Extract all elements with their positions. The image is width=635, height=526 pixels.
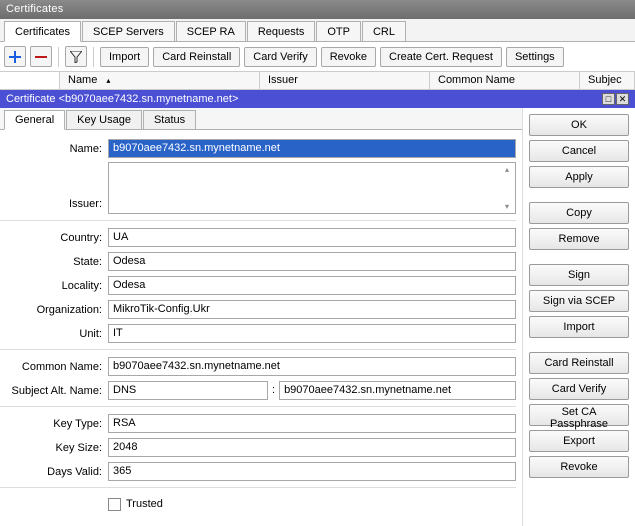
tab-general[interactable]: General [4,110,65,130]
detail-left-pane: General Key Usage Status Name: Issuer: ▴… [0,108,523,526]
label-key-type: Key Type: [0,416,108,430]
apply-button[interactable]: Apply [529,166,629,188]
tab-crl[interactable]: CRL [362,21,406,41]
create-cert-request-button[interactable]: Create Cert. Request [380,47,502,67]
column-name[interactable]: Name ▴ [60,72,260,89]
tab-requests[interactable]: Requests [247,21,315,41]
card-verify-button-side[interactable]: Card Verify [529,378,629,400]
san-type-field[interactable] [108,381,268,400]
sort-asc-icon: ▴ [106,76,110,85]
column-subject[interactable]: Subjec [580,72,635,89]
detail-tabs: General Key Usage Status [0,108,522,130]
tab-certificates[interactable]: Certificates [4,21,81,42]
sign-via-scep-button[interactable]: Sign via SCEP [529,290,629,312]
card-verify-button[interactable]: Card Verify [244,47,316,67]
revoke-button-side[interactable]: Revoke [529,456,629,478]
separator [58,47,59,67]
remove-button[interactable] [30,46,52,67]
import-button-side[interactable]: Import [529,316,629,338]
locality-field[interactable] [108,276,516,295]
unit-field[interactable] [108,324,516,343]
window-controls: □ ✕ [602,93,629,105]
divider [0,406,516,407]
label-common-name: Common Name: [0,359,108,373]
issuer-scroll[interactable]: ▴▾ [500,164,514,212]
label-trusted: Trusted [126,498,163,510]
filter-button[interactable] [65,46,87,67]
card-reinstall-button[interactable]: Card Reinstall [153,47,240,67]
label-unit: Unit: [0,326,108,340]
remove-button-side[interactable]: Remove [529,228,629,250]
action-buttons-pane: OK Cancel Apply Copy Remove Sign Sign vi… [523,108,635,526]
detail-title-text: Certificate <b9070aee7432.sn.mynetname.n… [6,93,238,105]
tab-key-usage[interactable]: Key Usage [66,110,142,129]
organization-field[interactable] [108,300,516,319]
column-issuer[interactable]: Issuer [260,72,430,89]
label-country: Country: [0,230,108,244]
settings-button[interactable]: Settings [506,47,564,67]
plus-icon [9,51,21,63]
name-field[interactable] [108,139,516,158]
window-titlebar: Certificates [0,0,635,19]
label-locality: Locality: [0,278,108,292]
label-san: Subject Alt. Name: [0,383,108,397]
add-button[interactable] [4,46,26,67]
sign-button[interactable]: Sign [529,264,629,286]
divider [0,487,516,488]
maximize-button[interactable]: □ [602,93,615,105]
close-button[interactable]: ✕ [616,93,629,105]
tab-scep-servers[interactable]: SCEP Servers [82,21,175,41]
revoke-button[interactable]: Revoke [321,47,376,67]
label-key-size: Key Size: [0,440,108,454]
column-common-name[interactable]: Common Name [430,72,580,89]
key-type-field[interactable] [108,414,516,433]
label-organization: Organization: [0,302,108,316]
set-ca-passphrase-button[interactable]: Set CA Passphrase [529,404,629,426]
san-colon: : [268,384,279,396]
export-button[interactable]: Export [529,430,629,452]
issuer-field[interactable]: ▴▾ [108,162,516,214]
common-name-field[interactable] [108,357,516,376]
certificate-form: Name: Issuer: ▴▾ Country: State: Localit… [0,130,522,526]
state-field[interactable] [108,252,516,271]
column-spacer [0,72,60,89]
import-button[interactable]: Import [100,47,149,67]
toolbar: Import Card Reinstall Card Verify Revoke… [0,42,635,72]
copy-button[interactable]: Copy [529,202,629,224]
detail-titlebar: Certificate <b9070aee7432.sn.mynetname.n… [0,90,635,108]
main-tabs: Certificates SCEP Servers SCEP RA Reques… [0,19,635,42]
label-issuer: Issuer: [0,196,108,214]
cancel-button[interactable]: Cancel [529,140,629,162]
window-title: Certificates [6,3,63,15]
country-field[interactable] [108,228,516,247]
divider [0,349,516,350]
tab-scep-ra[interactable]: SCEP RA [176,21,246,41]
tab-status[interactable]: Status [143,110,196,129]
tab-otp[interactable]: OTP [316,21,361,41]
divider [0,220,516,221]
key-size-field[interactable] [108,438,516,457]
ok-button[interactable]: OK [529,114,629,136]
label-state: State: [0,254,108,268]
label-name: Name: [0,141,108,155]
column-headers: Name ▴ Issuer Common Name Subjec [0,72,635,90]
label-days-valid: Days Valid: [0,464,108,478]
trusted-checkbox[interactable] [108,498,121,511]
card-reinstall-button-side[interactable]: Card Reinstall [529,352,629,374]
san-value-field[interactable] [279,381,516,400]
funnel-icon [70,51,82,63]
days-valid-field[interactable] [108,462,516,481]
separator [93,47,94,67]
minus-icon [35,51,47,63]
